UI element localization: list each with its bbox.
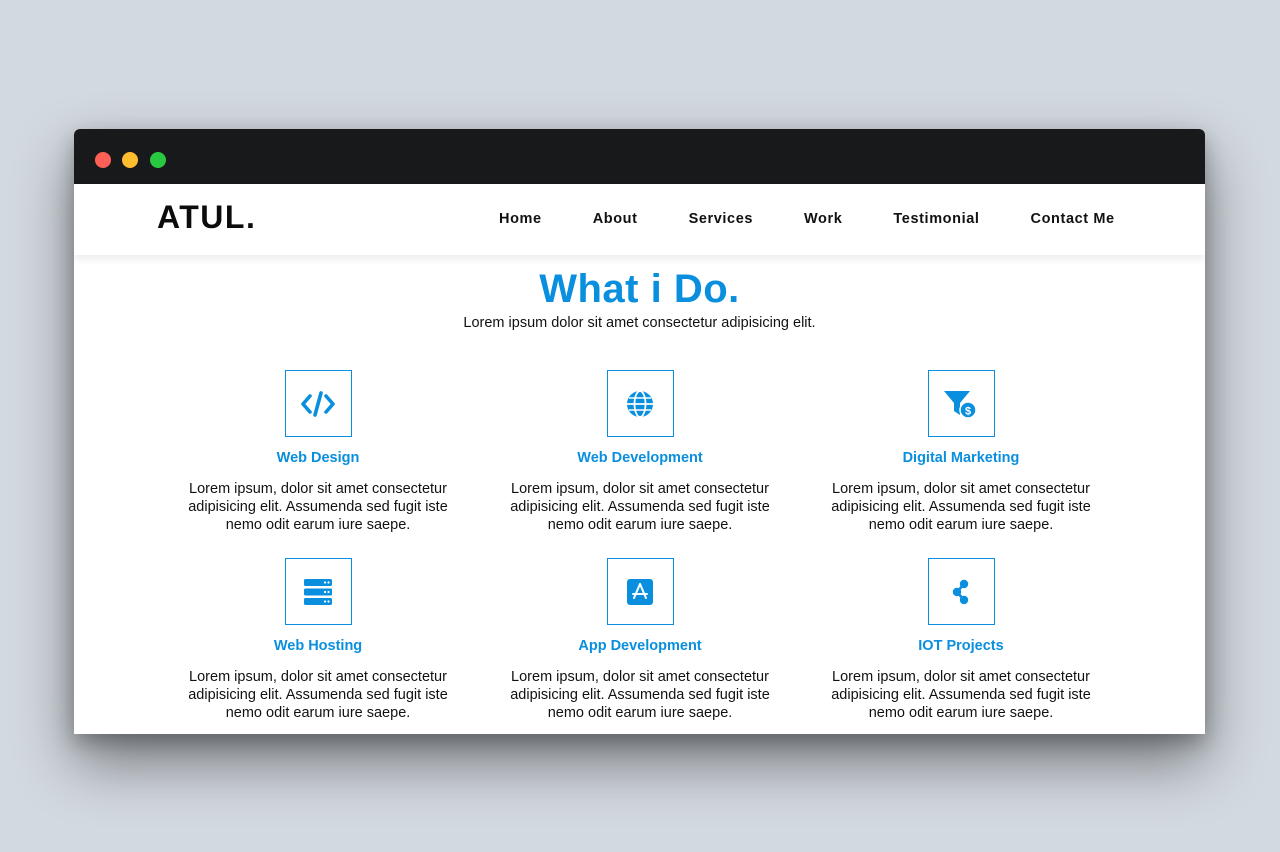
window-titlebar	[74, 129, 1205, 184]
service-card: Web Design Lorem ipsum, dolor sit amet c…	[168, 370, 468, 534]
service-card: Web Hosting Lorem ipsum, dolor sit amet …	[168, 558, 468, 722]
service-description: Lorem ipsum, dolor sit amet consectetur …	[831, 669, 1091, 721]
service-card: App Development Lorem ipsum, dolor sit a…	[490, 558, 790, 722]
service-icon-box	[606, 370, 674, 437]
close-window-button[interactable]	[95, 152, 111, 168]
service-card: $ Digital Marketing Lorem ipsum, dolor s…	[811, 370, 1111, 534]
service-title: App Development	[578, 638, 702, 654]
service-icon-box	[606, 558, 674, 625]
funnel-dollar-icon: $	[943, 389, 979, 419]
nav-link-home[interactable]: Home	[499, 211, 542, 227]
service-title: IOT Projects	[918, 638, 1004, 654]
service-title: Digital Marketing	[902, 450, 1020, 466]
server-icon	[303, 578, 333, 605]
nav-link-services[interactable]: Services	[689, 211, 753, 227]
maximize-window-button[interactable]	[150, 152, 166, 168]
browser-window: ATUL. Home About Services Work Testimoni…	[74, 129, 1205, 734]
service-card: IOT Projects Lorem ipsum, dolor sit amet…	[811, 558, 1111, 722]
nav-link-testimonial[interactable]: Testimonial	[893, 211, 979, 227]
service-title: Web Design	[276, 450, 360, 466]
service-card: Web Development Lorem ipsum, dolor sit a…	[490, 370, 790, 534]
section-subtitle: Lorem ipsum dolor sit amet consectetur a…	[463, 315, 816, 331]
code-icon	[300, 390, 336, 418]
service-title: Web Hosting	[273, 638, 363, 654]
svg-text:$: $	[965, 405, 971, 417]
globe-icon	[625, 389, 655, 419]
service-icon-box	[927, 558, 995, 625]
minimize-window-button[interactable]	[122, 152, 138, 168]
site-navbar: ATUL. Home About Services Work Testimoni…	[74, 184, 1205, 255]
nav-links: Home About Services Work Testimonial Con…	[499, 211, 1115, 227]
section-title: What i Do.	[539, 267, 740, 311]
app-store-icon	[627, 578, 653, 605]
nav-link-work[interactable]: Work	[804, 211, 842, 227]
service-icon-box: $	[927, 370, 995, 437]
service-title: Web Development	[577, 450, 703, 466]
service-icon-box	[284, 370, 352, 437]
service-description: Lorem ipsum, dolor sit amet consectetur …	[831, 481, 1091, 533]
brand-logo[interactable]: ATUL.	[157, 199, 256, 236]
share-nodes-icon	[949, 578, 973, 606]
nav-link-contact[interactable]: Contact Me	[1031, 211, 1115, 227]
service-description: Lorem ipsum, dolor sit amet consectetur …	[510, 669, 770, 721]
service-description: Lorem ipsum, dolor sit amet consectetur …	[510, 481, 770, 533]
nav-link-about[interactable]: About	[593, 211, 638, 227]
service-description: Lorem ipsum, dolor sit amet consectetur …	[188, 481, 448, 533]
service-icon-box	[284, 558, 352, 625]
service-description: Lorem ipsum, dolor sit amet consectetur …	[188, 669, 448, 721]
